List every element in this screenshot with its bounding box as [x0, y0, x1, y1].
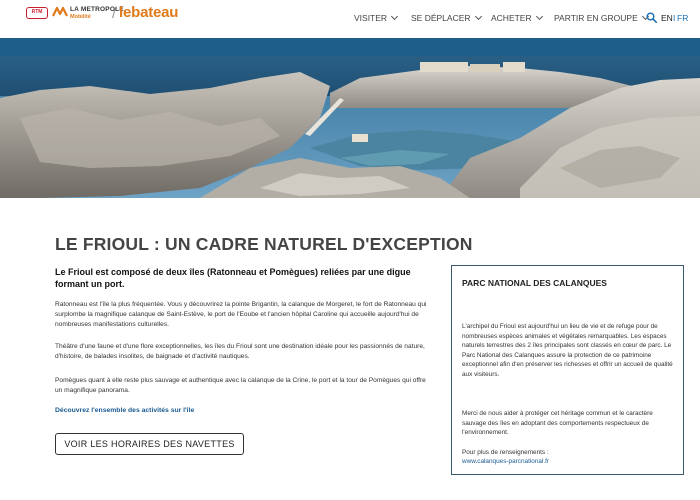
side-paragraph-renseignements: Pour plus de renseignements : — [462, 449, 549, 456]
parc-national-box: PARC NATIONAL DES CALANQUES L'archipel d… — [451, 265, 684, 475]
metropole-logo-mark-icon — [52, 6, 68, 17]
language-en[interactable]: EN — [661, 13, 673, 23]
paragraph-ratonneau: Ratonneau est l'île la plus fréquentée. … — [55, 301, 427, 328]
shuttle-schedule-button[interactable]: VOIR LES HORAIRES DES NAVETTES — [55, 433, 244, 455]
language-separator: I — [673, 13, 676, 23]
search-icon[interactable] — [646, 12, 657, 23]
nav-item-partir-en-groupe[interactable]: PARTIR EN GROUPE — [554, 12, 649, 23]
nav-item-label: PARTIR EN GROUPE — [554, 13, 638, 23]
nav-item-label: SE DÉPLACER — [411, 13, 471, 23]
chevron-down-icon — [474, 12, 482, 21]
rtm-logo[interactable]: RTM — [26, 7, 48, 19]
side-paragraph-archipel: L'archipel du Frioul est aujourd'hui un … — [462, 323, 673, 378]
paragraph-faune-flore: Théâtre d'une faune et d'une flore excep… — [55, 343, 425, 360]
chevron-down-icon — [535, 12, 543, 21]
chevron-down-icon — [391, 12, 399, 21]
nav-item-label: ACHETER — [491, 13, 532, 23]
frioul-islands-photo — [0, 38, 700, 198]
nav-item-acheter[interactable]: ACHETER — [491, 12, 543, 23]
page-title: LE FRIOUL : UN CADRE NATUREL D'EXCEPTION — [55, 234, 473, 254]
nav-item-label: VISITER — [354, 13, 388, 23]
parc-national-website-link[interactable]: www.calanques-parcnational.fr — [462, 458, 549, 465]
side-box-title: PARC NATIONAL DES CALANQUES — [462, 278, 607, 288]
hero-image — [0, 38, 700, 198]
lebateau-logo[interactable]: lebateau — [119, 4, 178, 21]
mobilite-logo-text: Mobilité — [70, 14, 91, 20]
intro-text: Le Frioul est composé de deux îles (Rato… — [55, 267, 411, 289]
logo-separator: / — [112, 5, 117, 22]
discover-activities-link[interactable]: Découvrez l'ensemble des activités sur l… — [55, 407, 194, 414]
nav-item-visiter[interactable]: VISITER — [354, 12, 399, 23]
nav-item-se-deplacer[interactable]: SE DÉPLACER — [411, 12, 482, 23]
language-fr[interactable]: FR — [677, 13, 688, 23]
side-paragraph-merci: Merci de nous aider à protéger cet hérit… — [462, 410, 653, 437]
site-header: RTM LA METROPOLE Mobilité / lebateau VIS… — [0, 0, 700, 38]
paragraph-pomegues: Pomègues quant à elle reste plus sauvage… — [55, 377, 426, 394]
